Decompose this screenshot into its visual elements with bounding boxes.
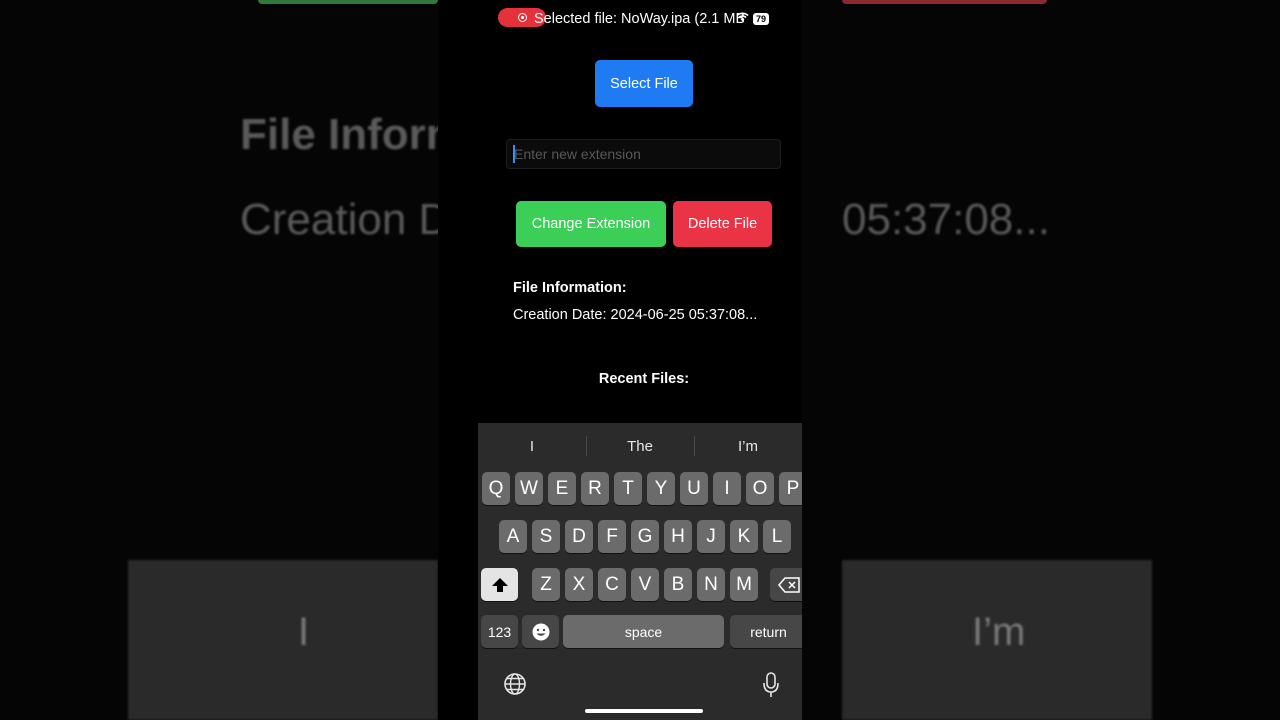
return-key[interactable]: return [730,615,802,648]
key-n[interactable]: N [697,568,725,601]
key-g[interactable]: G [631,520,659,553]
text-caret [513,145,515,163]
background-keyboard-char: I [298,610,310,654]
key-t[interactable]: T [614,472,642,505]
key-m[interactable]: M [730,568,758,601]
key-z[interactable]: Z [532,568,560,601]
key-u[interactable]: U [680,472,708,505]
key-w[interactable]: W [515,472,543,505]
key-r[interactable]: R [581,472,609,505]
key-x[interactable]: X [565,568,593,601]
suggestion-bar: I The I’m [478,423,802,469]
background-date-left: Creation D [240,195,451,244]
phone-screen: Selected file: NoWay.ipa (2.1 MB) 79 Sel… [438,0,802,720]
creation-date-label: Creation Date: 2024-06-25 05:37:08... [513,307,758,323]
key-b[interactable]: B [664,568,692,601]
key-c[interactable]: C [598,568,626,601]
backspace-icon[interactable] [770,568,802,601]
key-o[interactable]: O [746,472,774,505]
delete-file-button[interactable]: Delete File [673,201,772,247]
change-extension-button[interactable]: Change Extension [516,201,666,247]
background-date-right: 05:37:08... [842,195,1050,244]
background-keyboard-left: I [128,560,438,720]
key-y[interactable]: Y [647,472,675,505]
suggestion-item[interactable]: I [478,423,586,469]
space-key[interactable]: space [563,615,724,648]
microphone-icon[interactable] [762,672,780,704]
select-file-button[interactable]: Select File [595,60,693,107]
status-bar: Selected file: NoWay.ipa (2.1 MB) 79 [438,0,802,40]
background-keyboard-right: I’m [842,560,1152,720]
home-indicator[interactable] [585,709,703,713]
key-h[interactable]: H [664,520,692,553]
status-icons: 79 [736,12,770,25]
key-j[interactable]: J [697,520,725,553]
key-v[interactable]: V [631,568,659,601]
battery-indicator: 79 [753,12,770,25]
background-red-bar [842,0,1047,4]
key-q[interactable]: Q [482,472,510,505]
background-title: File Inform [240,110,465,159]
suggestion-item[interactable]: The [586,423,694,469]
selected-file-label: Selected file: NoWay.ipa (2.1 MB) [534,11,744,27]
key-f[interactable]: F [598,520,626,553]
file-information-title: File Information: [513,280,627,296]
globe-icon[interactable] [503,672,527,702]
suggestion-item[interactable]: I’m [694,423,802,469]
extension-input[interactable] [506,139,781,169]
shift-icon[interactable] [481,568,518,601]
key-d[interactable]: D [565,520,593,553]
key-a[interactable]: A [499,520,527,553]
emoji-icon[interactable] [522,615,559,648]
key-s[interactable]: S [532,520,560,553]
key-k[interactable]: K [730,520,758,553]
recent-files-title: Recent Files: [598,371,690,387]
background-keyboard-char: I’m [972,610,1026,654]
key-l[interactable]: L [763,520,791,553]
keyboard: I The I’m QWERTYUIOPASDFGHJKLZXCVBNM 123… [478,423,802,720]
key-e[interactable]: E [548,472,576,505]
wifi-icon [736,12,749,25]
key-p[interactable]: P [779,472,802,505]
numbers-key[interactable]: 123 [481,615,518,648]
key-i[interactable]: I [713,472,741,505]
background-green-bar [258,0,438,4]
